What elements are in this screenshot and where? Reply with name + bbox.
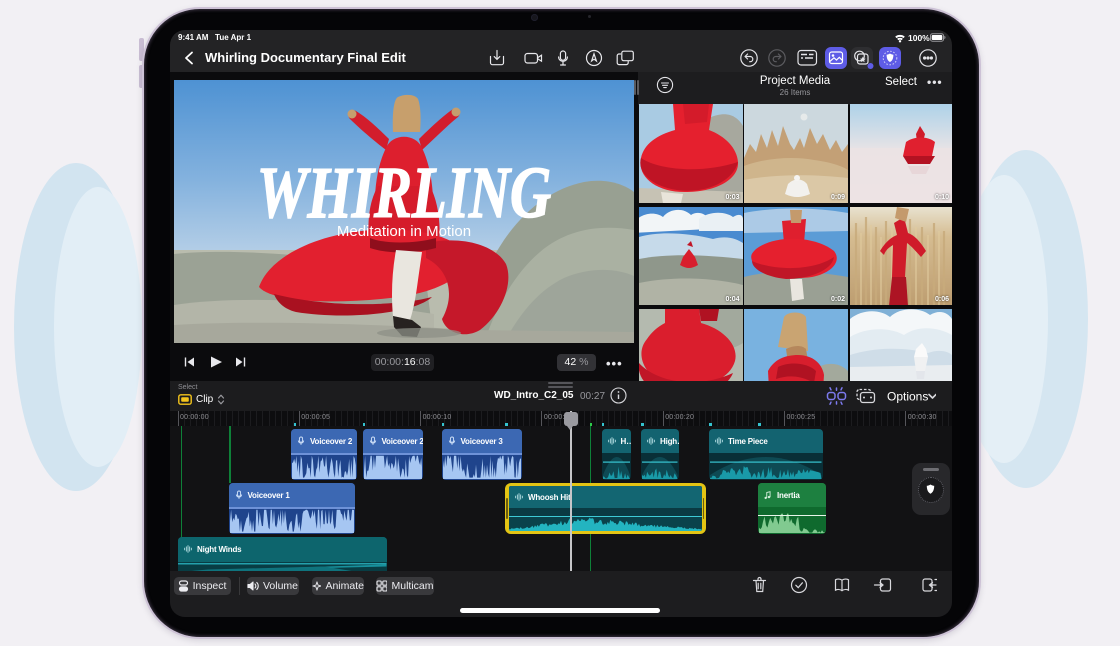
svg-text:Options: Options	[887, 389, 928, 403]
svg-text:100%: 100%	[908, 33, 930, 43]
